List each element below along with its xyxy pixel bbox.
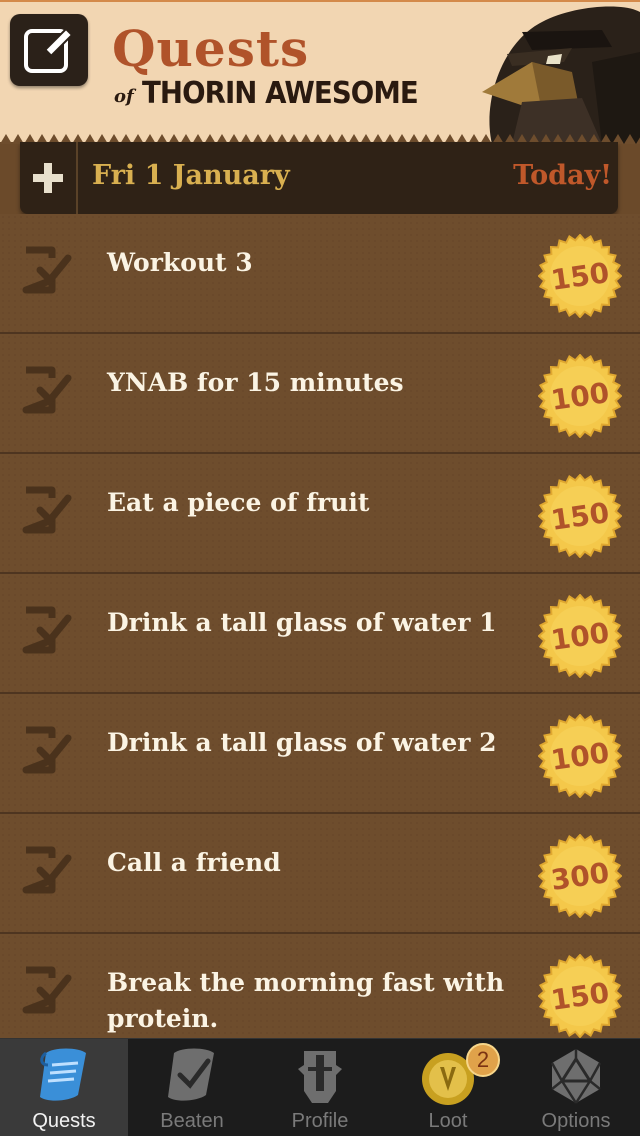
tab-label: Beaten bbox=[160, 1110, 224, 1132]
app-subtitle: THORIN AWESOME bbox=[142, 76, 419, 111]
tab-label: Quests bbox=[32, 1110, 96, 1132]
reward-coin-icon: 100 bbox=[538, 594, 622, 678]
quest-row[interactable]: Eat a piece of fruit 150 bbox=[0, 454, 640, 574]
quest-row[interactable]: YNAB for 15 minutes 100 bbox=[0, 334, 640, 454]
quest-row[interactable]: Break the morning fast with protein. 150 bbox=[0, 934, 640, 1038]
app-title: Quests bbox=[112, 19, 310, 78]
quest-title: Drink a tall glass of water 2 bbox=[107, 728, 497, 757]
quest-title: Call a friend bbox=[107, 848, 281, 877]
scroll-icon bbox=[40, 1048, 86, 1101]
edit-button[interactable] bbox=[10, 14, 88, 86]
quest-title: Drink a tall glass of water 1 bbox=[107, 608, 497, 637]
checkbox-icon[interactable] bbox=[16, 480, 72, 540]
today-label[interactable]: Today! bbox=[513, 160, 612, 191]
loot-badge: 2 bbox=[466, 1043, 500, 1077]
quest-title: Workout 3 bbox=[107, 248, 253, 277]
checked-scroll-icon bbox=[168, 1048, 214, 1101]
quest-row[interactable]: Drink a tall glass of water 1 100 bbox=[0, 574, 640, 694]
tab-label: Loot bbox=[428, 1110, 468, 1132]
checkbox-icon[interactable] bbox=[16, 720, 72, 780]
tab-label: Options bbox=[541, 1110, 611, 1132]
dwarf-mascot-icon bbox=[482, 6, 640, 144]
date-bar: Fri 1 January Today! bbox=[20, 142, 618, 214]
add-quest-button[interactable] bbox=[20, 142, 78, 214]
reward-coin-icon: 150 bbox=[538, 954, 622, 1038]
current-date: Fri 1 January bbox=[92, 160, 290, 191]
checkbox-icon[interactable] bbox=[16, 600, 72, 660]
plus-icon bbox=[33, 163, 63, 193]
tab-beaten[interactable]: Beaten bbox=[128, 1039, 256, 1136]
profile-icon bbox=[298, 1051, 342, 1103]
reward-coin-icon: 150 bbox=[538, 234, 622, 318]
dice-icon bbox=[550, 1049, 602, 1104]
checkbox-icon[interactable] bbox=[16, 840, 72, 900]
reward-coin-icon: 100 bbox=[538, 354, 622, 438]
quest-title: YNAB for 15 minutes bbox=[107, 368, 404, 397]
app-title-of: of bbox=[114, 86, 134, 107]
quest-row[interactable]: Workout 3 150 bbox=[0, 214, 640, 334]
quest-list[interactable]: Workout 3 150 YNAB for 15 minutes 100 Ea… bbox=[0, 214, 640, 1038]
reward-coin-icon: 150 bbox=[538, 474, 622, 558]
tab-bar: Quests Beaten Profile Loot Options bbox=[0, 1038, 640, 1136]
checkbox-icon[interactable] bbox=[16, 360, 72, 420]
checkbox-icon[interactable] bbox=[16, 960, 72, 1020]
reward-coin-icon: 100 bbox=[538, 714, 622, 798]
tab-options[interactable]: Options bbox=[512, 1039, 640, 1136]
app-header: Quests of THORIN AWESOME bbox=[0, 0, 640, 144]
tab-profile[interactable]: Profile bbox=[256, 1039, 384, 1136]
tab-label: Profile bbox=[291, 1110, 349, 1132]
quest-title: Eat a piece of fruit bbox=[107, 488, 370, 517]
checkbox-icon[interactable] bbox=[16, 240, 72, 300]
quest-row[interactable]: Drink a tall glass of water 2 100 bbox=[0, 694, 640, 814]
edit-icon bbox=[24, 27, 74, 73]
reward-coin-icon: 300 bbox=[538, 834, 622, 918]
tab-quests[interactable]: Quests bbox=[0, 1039, 128, 1136]
quest-row[interactable]: Call a friend 300 bbox=[0, 814, 640, 934]
quest-title: Break the morning fast with protein. bbox=[107, 968, 505, 1033]
